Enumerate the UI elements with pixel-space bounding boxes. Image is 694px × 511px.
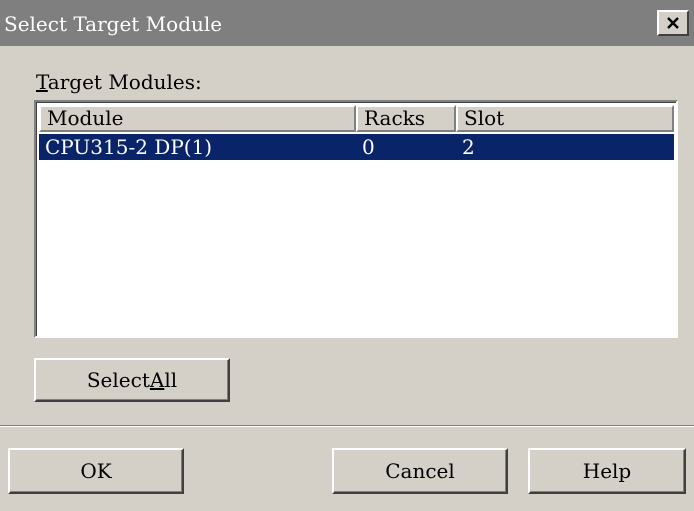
cell-racks: 0: [362, 135, 375, 159]
list-item-selected[interactable]: CPU315-2 DP(1) 0 2: [39, 134, 674, 160]
close-button[interactable]: [657, 10, 689, 36]
target-modules-label-rest: arget Modules:: [47, 70, 202, 94]
cell-module: CPU315-2 DP(1): [45, 135, 213, 159]
window-title: Select Target Module: [4, 12, 223, 36]
column-header-slot[interactable]: Slot: [456, 105, 674, 132]
cancel-button[interactable]: Cancel: [332, 448, 508, 494]
column-header-racks[interactable]: Racks: [356, 105, 456, 132]
title-bar[interactable]: Select Target Module: [0, 0, 694, 46]
cell-slot: 2: [462, 135, 475, 159]
select-all-suffix: ll: [164, 368, 178, 392]
list-header: Module Racks Slot: [39, 105, 674, 132]
help-button[interactable]: Help: [528, 448, 686, 494]
target-modules-list[interactable]: Module Racks Slot CPU315-2 DP(1) 0 2: [34, 100, 678, 338]
separator: [0, 425, 694, 427]
column-header-module[interactable]: Module: [39, 105, 356, 132]
select-target-module-dialog: Select Target Module Target Modules: Mod…: [0, 0, 694, 511]
close-icon: [667, 17, 679, 29]
target-modules-label: Target Modules:: [36, 70, 202, 94]
select-all-prefix: Select: [86, 368, 150, 392]
ok-button[interactable]: OK: [8, 448, 184, 494]
select-all-accel: A: [149, 368, 165, 392]
target-modules-label-accel: T: [36, 70, 48, 94]
select-all-button[interactable]: Select All: [34, 358, 230, 402]
